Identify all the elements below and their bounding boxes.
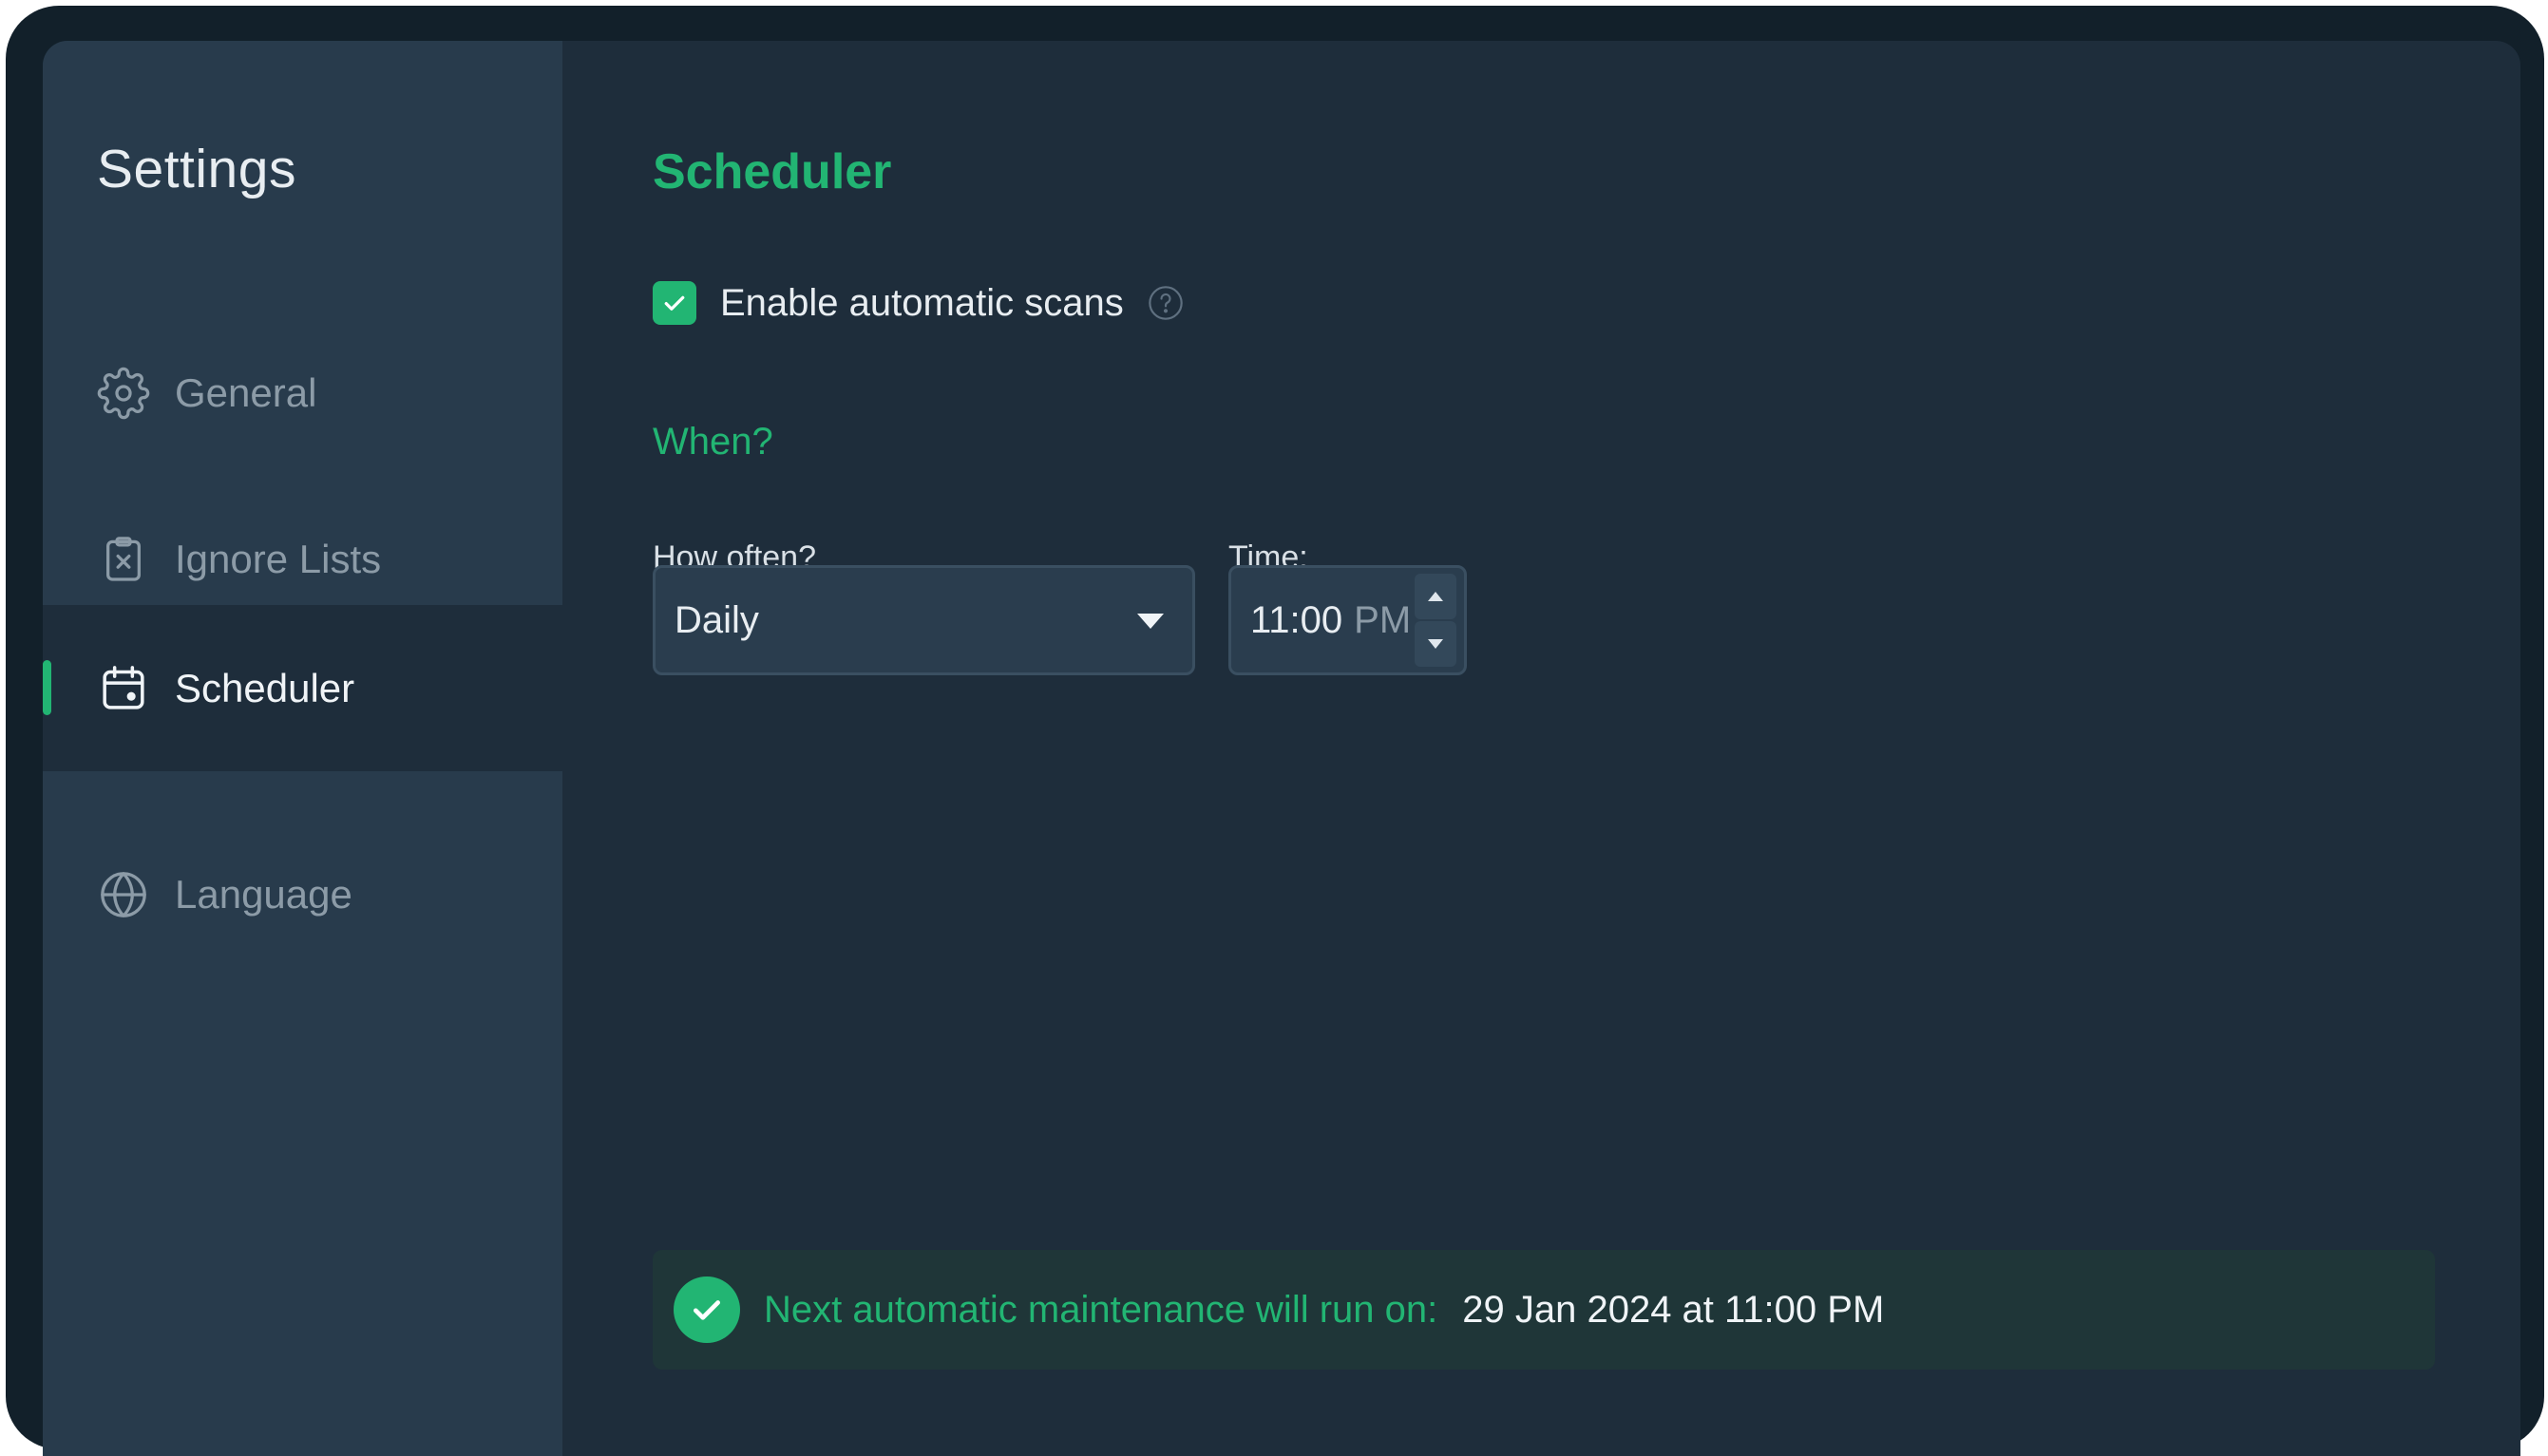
help-icon[interactable] (1147, 284, 1185, 322)
sidebar-item-label: Language (175, 871, 352, 917)
next-maintenance-date: 29 Jan 2024 at 11:00 PM (1462, 1288, 1885, 1331)
frequency-value: Daily (675, 598, 759, 641)
sidebar-item-label: Scheduler (175, 665, 355, 710)
sidebar-item-general[interactable]: General (43, 310, 562, 476)
next-maintenance-banner: Next automatic maintenance will run on: … (653, 1250, 2435, 1370)
check-icon (664, 295, 685, 311)
sidebar-item-label: Ignore Lists (175, 536, 382, 581)
enable-scans-checkbox[interactable] (653, 281, 696, 325)
time-increment-button[interactable] (1415, 574, 1456, 619)
time-decrement-button[interactable] (1415, 621, 1456, 667)
time-value: 11:00 PM (1250, 568, 1411, 672)
settings-window: Settings General Ignore Lists Scheduler … (43, 41, 2520, 1456)
scheduler-panel: Scheduler Enable automatic scans When? H… (562, 41, 2520, 1456)
gear-icon (97, 367, 150, 420)
next-maintenance-label: Next automatic maintenance will run on: (764, 1288, 1438, 1331)
arrow-down-icon (1428, 639, 1443, 649)
window-frame: Settings General Ignore Lists Scheduler … (6, 6, 2544, 1456)
sidebar: Settings General Ignore Lists Scheduler … (43, 41, 562, 1456)
sidebar-title: Settings (97, 139, 296, 199)
when-heading: When? (653, 421, 773, 463)
enable-scans-row: Enable automatic scans (653, 279, 1185, 327)
page-title: Scheduler (653, 144, 892, 199)
chevron-down-icon (1137, 614, 1164, 629)
arrow-up-icon (1428, 592, 1443, 601)
sidebar-item-label: General (175, 369, 317, 415)
active-indicator (43, 660, 51, 715)
frequency-select[interactable]: Daily (653, 565, 1195, 675)
sidebar-item-language[interactable]: Language (43, 811, 562, 977)
enable-scans-label[interactable]: Enable automatic scans (720, 282, 1124, 325)
time-ampm: PM (1354, 598, 1412, 641)
sidebar-item-scheduler[interactable]: Scheduler (43, 605, 562, 771)
clipboard-x-icon (97, 533, 150, 586)
time-input[interactable]: 11:00 PM (1228, 565, 1467, 675)
check-circle-icon (674, 1276, 740, 1343)
globe-icon (97, 868, 150, 921)
calendar-icon (97, 662, 150, 715)
time-hours-minutes: 11:00 (1250, 598, 1343, 641)
